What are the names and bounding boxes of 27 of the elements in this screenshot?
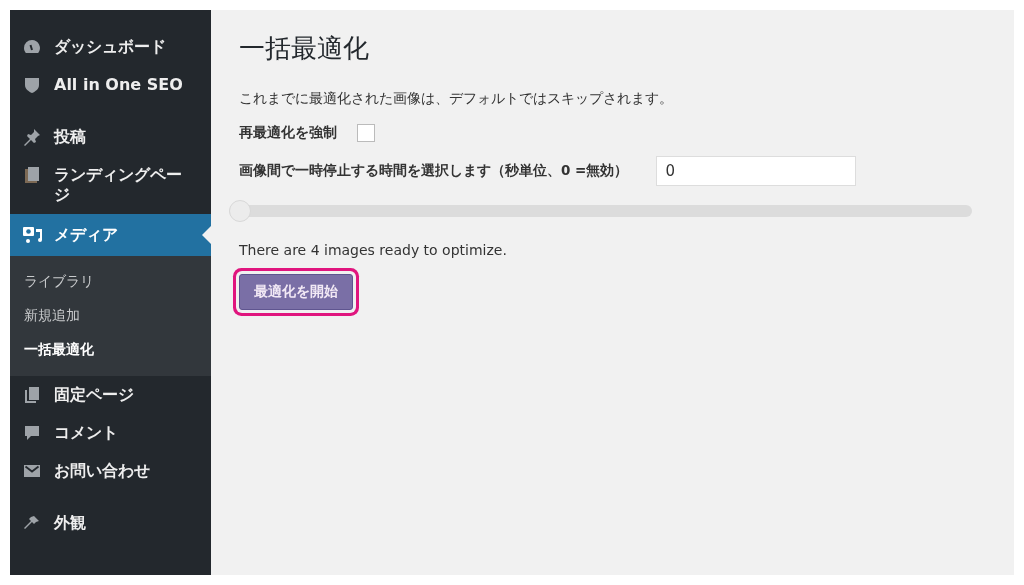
menu-item[interactable]: 外観 xyxy=(10,504,211,542)
force-label: 再最適化を強制 xyxy=(239,124,337,142)
submenu-item[interactable]: 一括最適化 xyxy=(10,332,211,366)
description-text: これまでに最適化された画像は、デフォルトではスキップされます。 xyxy=(239,90,674,108)
pause-label: 画像間で一時停止する時間を選択します（秒単位、0 =無効） xyxy=(239,162,629,180)
pin-icon xyxy=(22,127,42,147)
menu-item[interactable]: ランディングページ xyxy=(10,156,211,214)
menu-item[interactable]: All in One SEO xyxy=(10,66,211,104)
menu-item[interactable]: コメント xyxy=(10,414,211,452)
menu-item[interactable]: 固定ページ xyxy=(10,376,211,414)
menu-item[interactable]: お問い合わせ xyxy=(10,452,211,490)
shield-icon xyxy=(22,75,42,95)
menu-item[interactable]: ダッシュボード xyxy=(10,28,211,66)
menu-item[interactable]: メディア xyxy=(10,214,211,256)
slider[interactable] xyxy=(229,200,972,222)
submenu-item[interactable]: ライブラリ xyxy=(10,264,211,298)
checkbox[interactable] xyxy=(357,124,375,142)
slider-handle[interactable] xyxy=(229,200,251,222)
book-icon xyxy=(22,165,42,185)
status-text: There are 4 images ready to optimize. xyxy=(239,242,508,258)
page-title: 一括最適化 xyxy=(239,32,370,65)
input-field[interactable]: 0 xyxy=(656,156,857,186)
menu-item[interactable]: 投稿 xyxy=(10,118,211,156)
media-icon xyxy=(22,225,44,245)
submenu-item[interactable]: 新規追加 xyxy=(10,298,211,332)
comment-icon xyxy=(22,423,42,443)
pages-icon xyxy=(22,385,42,405)
